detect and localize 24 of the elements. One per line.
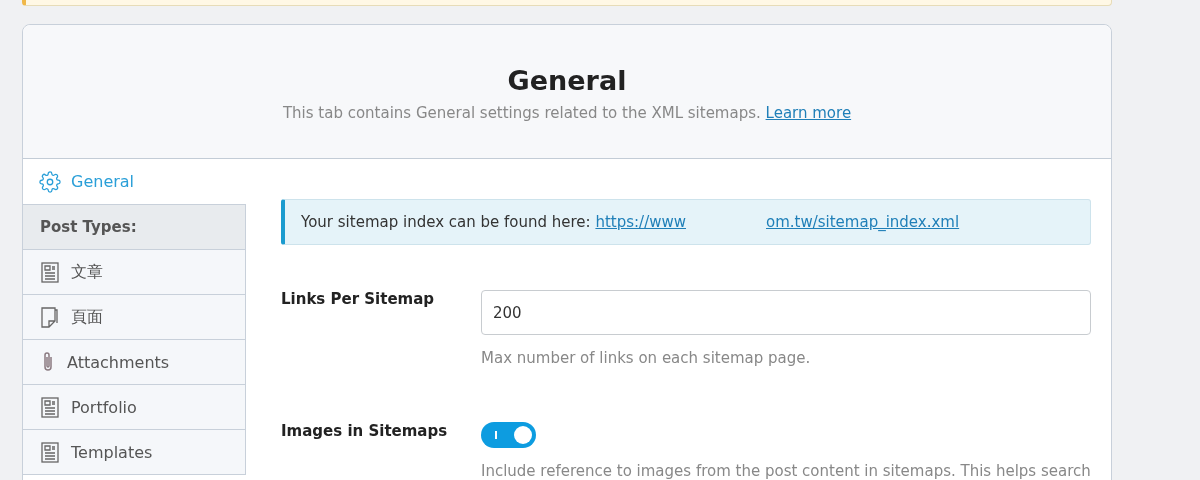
learn-more-link[interactable]: Learn more [765,104,852,122]
sidebar-item[interactable]: 文章 [23,250,246,295]
sitemap-link[interactable]: https://www [595,213,686,231]
sidebar-item[interactable]: Portfolio [23,385,246,430]
sidebar-item[interactable]: 頁面 [23,295,246,340]
document-icon [41,396,59,418]
sidebar-item[interactable]: Attachments [23,340,246,385]
page-title: General [507,65,627,96]
section-heading: Post Types: [23,204,246,250]
sitemap-link[interactable]: om.tw/sitemap_index.xml [766,213,960,231]
input-field[interactable]: 200 [481,290,1091,335]
notice-text: Your sitemap index can be found here: [301,213,592,231]
help-text: Include reference to images from the post content in sitemaps. This helps search [481,462,1091,480]
setting-label: Links Per Sitemap [281,290,436,310]
page-icon [41,306,59,328]
sidebar-item[interactable]: Templates [23,430,246,475]
document-icon [41,261,59,283]
document-icon [41,441,59,463]
toggle-switch[interactable] [481,422,536,448]
setting-label: Images in Sitemaps [281,422,449,442]
page-description: This tab contains General settings related to the XML sitemaps. Learn more [282,104,852,122]
settings-icon [39,170,61,193]
paperclip-icon [41,351,55,373]
help-text: Max number of links on each sitemap page. [481,349,811,367]
